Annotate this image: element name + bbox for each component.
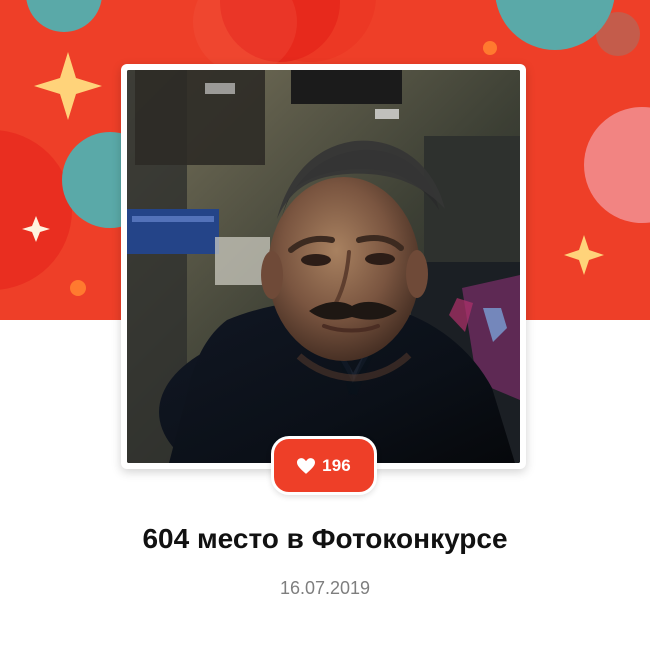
contest-date: 16.07.2019 xyxy=(279,578,371,598)
profile-photo[interactable] xyxy=(127,70,520,463)
like-count: 196 xyxy=(322,456,351,475)
photo-illustration xyxy=(127,70,520,463)
contest-place-title: 604 место в Фотоконкурсе xyxy=(142,523,508,554)
photo-contest-card: 196 604 место в Фотоконкурсе 16.07.2019 xyxy=(0,0,650,650)
photo-frame[interactable] xyxy=(121,64,526,469)
heart-icon xyxy=(297,457,316,474)
like-button[interactable]: 196 xyxy=(271,436,377,495)
